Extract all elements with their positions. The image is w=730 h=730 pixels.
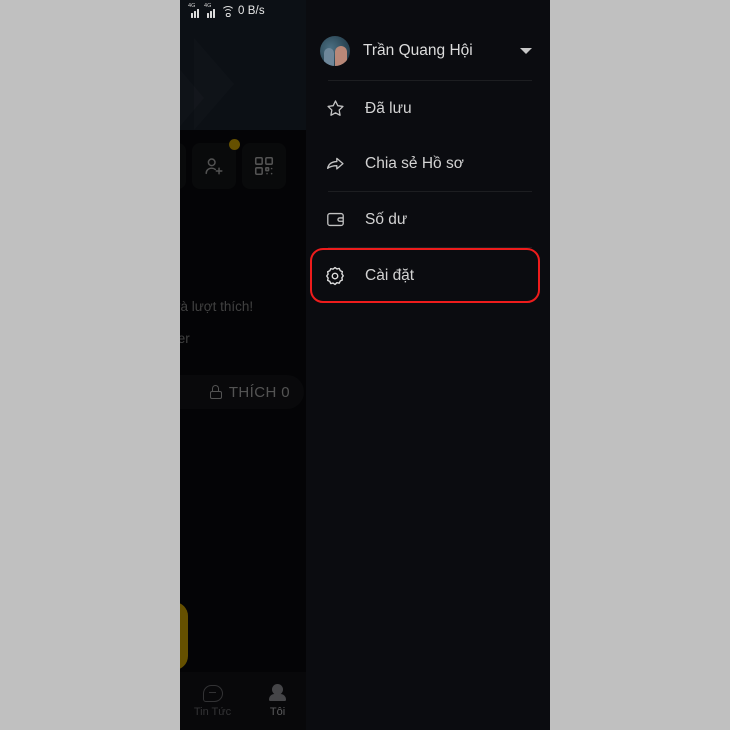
phone-screen: er và lượt thích! wer THÍCH 0 Tin Tức Tô… [180, 0, 550, 730]
drawer-item-label-saved: Đã lưu [365, 99, 412, 117]
add-friend-icon[interactable] [192, 139, 240, 189]
post-text-fragment-1: er và lượt thích! [180, 299, 254, 314]
notification-badge [229, 139, 240, 150]
nav-item-tin-tuc[interactable]: Tin Tức [180, 672, 245, 730]
screenshot-stage: er và lượt thích! wer THÍCH 0 Tin Tức Tô… [0, 0, 730, 730]
drawer-profile-row[interactable]: Trần Quang Hội [306, 22, 550, 80]
drawer-item-label-share: Chia sẻ Hồ sơ [365, 154, 464, 172]
drawer-item-saved[interactable]: Đã lưu [306, 81, 550, 136]
drawer-item-share-profile[interactable]: Chia sẻ Hồ sơ [306, 136, 550, 191]
drawer-item-label-balance: Số dư [365, 210, 408, 228]
nav-label-tin-tuc: Tin Tức [193, 705, 232, 718]
bottom-navigation: Tin Tức Tôi [180, 672, 310, 730]
qr-code-icon[interactable] [242, 143, 286, 189]
profile-name: Trần Quang Hội [363, 42, 473, 59]
share-icon [324, 153, 346, 175]
like-button[interactable]: THÍCH 0 [180, 375, 304, 409]
compose-button[interactable] [180, 602, 188, 670]
person-icon [268, 684, 288, 702]
chat-bubble-icon [202, 684, 223, 702]
side-drawer-panel: Trần Quang Hội Đã lưu Chia sẻ Hồ sơ Số d… [306, 0, 550, 730]
drawer-item-balance[interactable]: Số dư [306, 192, 550, 247]
profile-action-tiles [180, 139, 286, 189]
drawer-item-settings-wrapper: Cài đặt [310, 248, 540, 303]
like-button-label: THÍCH 0 [228, 383, 290, 401]
gear-icon [324, 265, 346, 287]
drawer-item-settings[interactable]: Cài đặt [310, 248, 540, 303]
wallet-icon [324, 209, 346, 231]
star-icon [324, 98, 346, 120]
lock-icon [209, 385, 222, 399]
user-avatar[interactable] [320, 36, 350, 66]
chevron-down-icon[interactable] [520, 48, 532, 54]
post-text-fragment-2: wer [180, 331, 190, 346]
action-tile-partial[interactable] [180, 143, 186, 189]
nav-item-toi[interactable]: Tôi [245, 672, 310, 730]
drawer-item-label-settings: Cài đặt [365, 266, 415, 284]
nav-label-toi: Tôi [269, 706, 286, 718]
